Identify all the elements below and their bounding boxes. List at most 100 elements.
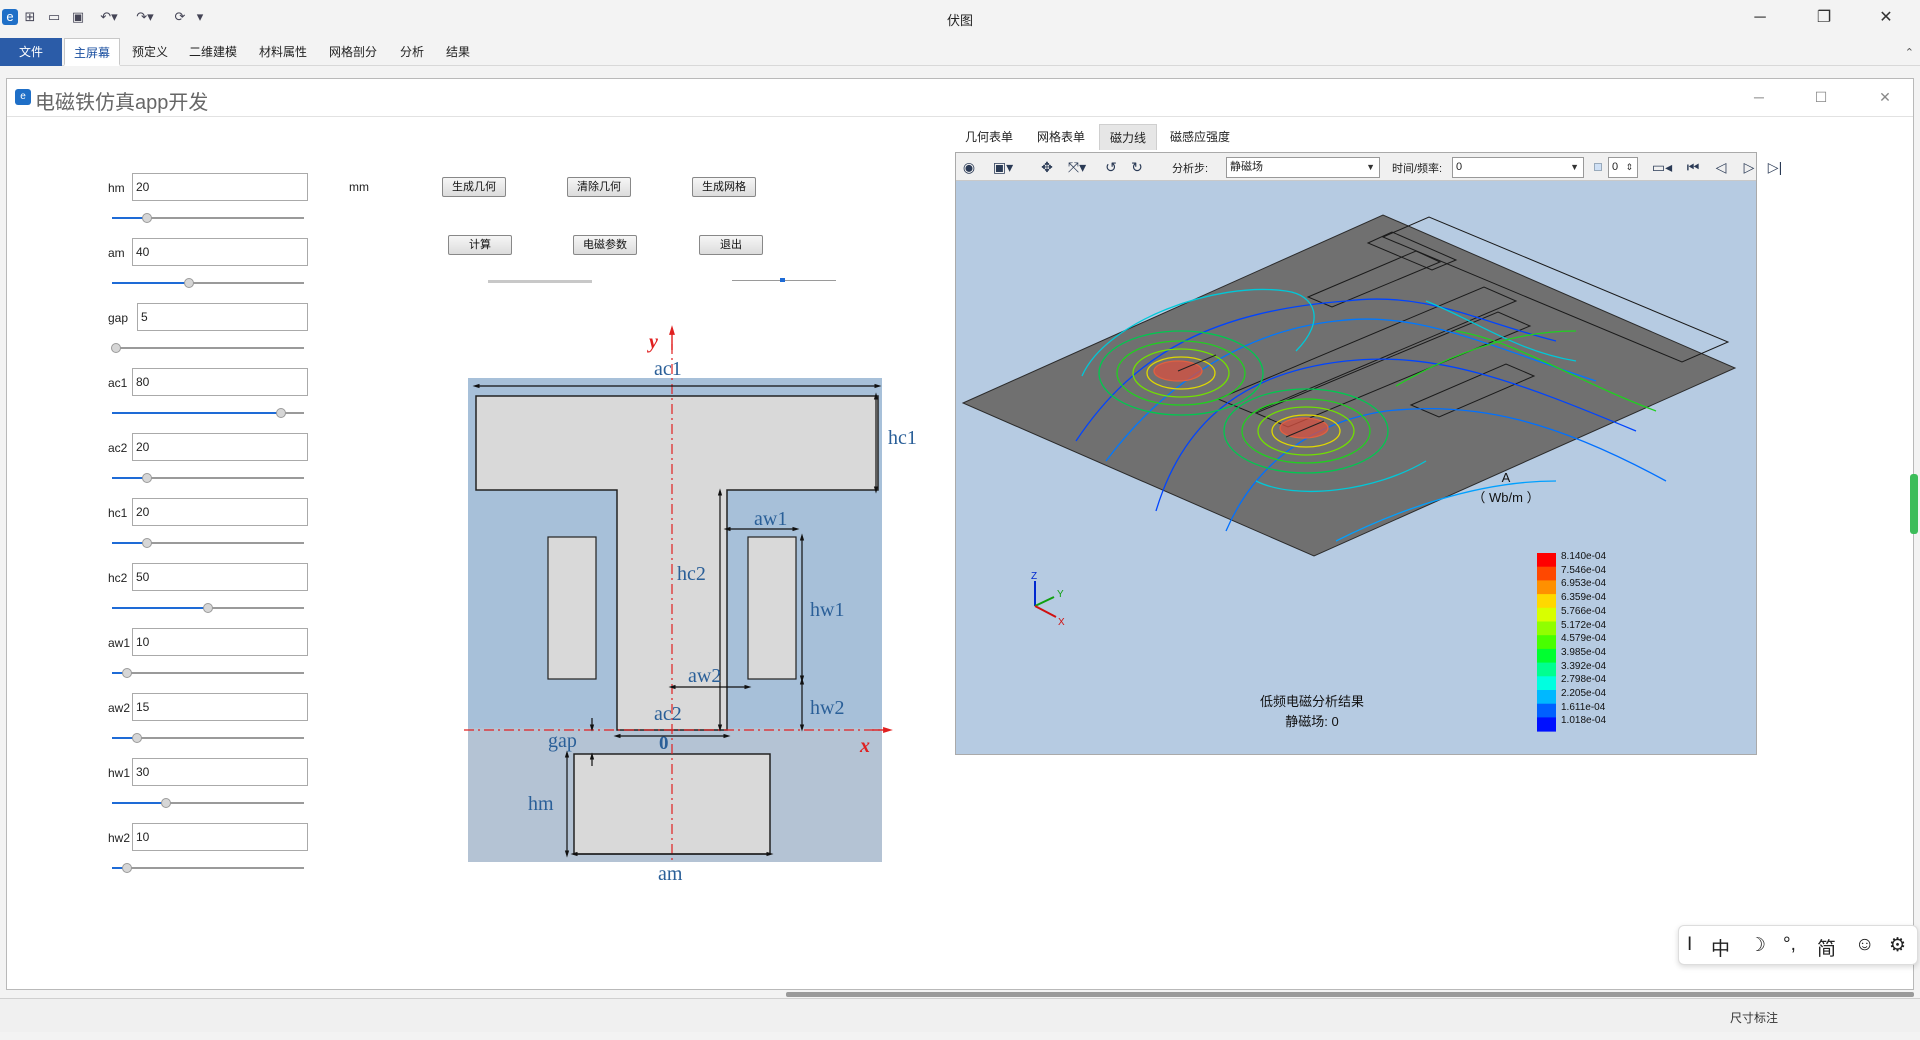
legend-value-label: 8.140e-04	[1561, 551, 1607, 562]
tab-geometry-form[interactable]: 几何表单	[955, 124, 1023, 150]
param-label-aw2: aw2	[108, 701, 131, 715]
param-label-ac1: ac1	[108, 376, 128, 390]
analysis-step-select[interactable]: 静磁场 ▼	[1226, 157, 1380, 178]
fit-view-icon[interactable]: ✥	[1036, 157, 1058, 177]
legend-swatch	[1537, 566, 1556, 581]
compute-button[interactable]: 计算	[448, 235, 512, 255]
result-title-line1: 低频电磁分析结果	[1259, 694, 1364, 709]
label-hw2: hw2	[810, 697, 844, 719]
time-freq-select[interactable]: 0 ▼	[1452, 157, 1584, 178]
legend-value-label: 2.798e-04	[1561, 674, 1607, 686]
param-slider-thumb-aw2[interactable]	[132, 733, 142, 743]
ime-simplified-toggle[interactable]: 简	[1817, 934, 1836, 961]
legend-value-label: 3.985e-04	[1561, 646, 1607, 658]
param-input-am[interactable]: 40	[132, 238, 308, 266]
param-slider-thumb-ac2[interactable]	[142, 473, 152, 483]
first-frame-icon[interactable]: ⏮	[1682, 157, 1704, 177]
param-slider-thumb-hm[interactable]	[142, 213, 152, 223]
tab-results[interactable]: 结果	[438, 38, 478, 66]
restore-button[interactable]: ❐	[1796, 0, 1852, 36]
legend-swatch	[1537, 607, 1556, 622]
legend-value-label: 5.766e-04	[1561, 605, 1607, 617]
tab-2d-modeling[interactable]: 二维建模	[182, 38, 244, 66]
param-slider-thumb-gap[interactable]	[111, 343, 121, 353]
vertical-scrollbar-indicator[interactable]	[1910, 474, 1918, 534]
legend-swatch	[1537, 717, 1556, 732]
result-viewer[interactable]: ◉ ▣▾ ✥ ⤧▾ ↺ ↻ 分析步: 静磁场 ▼ 时间/频率: 0 ▼ 0 ⇕ ▭◂ …	[955, 152, 1782, 755]
generate-geometry-button[interactable]: 生成几何	[442, 177, 506, 197]
param-input-hw1[interactable]: 30	[132, 758, 308, 786]
record-video-icon[interactable]: ▭◂	[1648, 157, 1676, 177]
ime-toolbar: I 中 ☽ °, 简 ☺ ⚙	[1678, 925, 1918, 965]
app-close-button[interactable]: ✕	[1865, 85, 1905, 109]
param-input-gap[interactable]: 5	[137, 303, 308, 331]
close-button[interactable]: ✕	[1858, 0, 1914, 36]
generate-mesh-button[interactable]: 生成网格	[692, 177, 756, 197]
label-am: am	[658, 863, 683, 885]
legend-swatch	[1537, 635, 1556, 650]
frame-spinner[interactable]: 0 ⇕	[1608, 157, 1638, 178]
param-input-hc1[interactable]: 20	[132, 498, 308, 526]
param-input-hc2[interactable]: 50	[132, 563, 308, 591]
axes-icon[interactable]: ⤧▾	[1062, 157, 1092, 177]
param-slider-thumb-am[interactable]	[184, 278, 194, 288]
tab-mesh-form[interactable]: 网格表单	[1027, 124, 1095, 150]
legend-swatch	[1537, 690, 1556, 705]
time-freq-value: 0	[1456, 161, 1463, 173]
legend-color-bar	[1537, 553, 1556, 732]
rotate-left-icon[interactable]: ↺	[1100, 157, 1122, 177]
emoji-icon[interactable]: ☺	[1855, 934, 1874, 956]
app-maximize-button[interactable]: ☐	[1801, 85, 1841, 109]
punctuation-icon[interactable]: °,	[1783, 934, 1796, 956]
param-slider-thumb-hc1[interactable]	[142, 538, 152, 548]
view-cube-icon[interactable]: ▣▾	[988, 157, 1018, 177]
param-input-ac1[interactable]: 80	[132, 368, 308, 396]
legend-swatch	[1537, 621, 1556, 636]
param-input-ac2[interactable]: 20	[132, 433, 308, 461]
ime-chinese-toggle[interactable]: 中	[1711, 934, 1730, 961]
param-input-hm[interactable]: 20	[132, 173, 308, 201]
next-frame-icon[interactable]: ▷|	[1764, 157, 1786, 177]
label-hm: hm	[528, 793, 554, 815]
previous-frame-icon[interactable]: ◁	[1710, 157, 1732, 177]
tab-material[interactable]: 材料属性	[252, 38, 314, 66]
app-minimize-button[interactable]: ─	[1739, 85, 1779, 109]
ime-handle[interactable]: I	[1687, 934, 1692, 956]
param-slider-thumb-hw1[interactable]	[161, 798, 171, 808]
exit-button[interactable]: 退出	[699, 235, 763, 255]
play-icon[interactable]: ▷	[1738, 157, 1760, 177]
em-params-button[interactable]: 电磁参数	[573, 235, 637, 255]
clear-geometry-button[interactable]: 清除几何	[567, 177, 631, 197]
moon-icon[interactable]: ☽	[1749, 934, 1766, 957]
param-slider-thumb-ac1[interactable]	[276, 408, 286, 418]
param-slider-gap[interactable]	[112, 347, 304, 349]
param-slider-thumb-aw1[interactable]	[122, 668, 132, 678]
tab-mesh[interactable]: 网格剖分	[322, 38, 384, 66]
param-input-hw2[interactable]: 10	[132, 823, 308, 851]
legend-swatch	[1537, 580, 1556, 595]
ribbon-collapse-icon[interactable]: ⌃	[1905, 46, 1914, 59]
param-slider-thumb-hc2[interactable]	[203, 603, 213, 613]
param-slider-hw2[interactable]	[112, 867, 304, 869]
param-slider-aw1[interactable]	[112, 672, 304, 674]
legend-value-label: 6.359e-04	[1561, 592, 1607, 604]
param-input-aw1[interactable]: 10	[132, 628, 308, 656]
rotate-right-icon[interactable]: ↻	[1126, 157, 1148, 177]
param-slider-thumb-hw2[interactable]	[122, 863, 132, 873]
app-window-title-bar: e 电磁铁仿真app开发 ─ ☐ ✕	[7, 79, 1913, 117]
tab-file[interactable]: 文件	[0, 38, 62, 66]
tab-flux-density[interactable]: 磁感应强度	[1160, 124, 1240, 150]
screenshot-icon[interactable]: ◉	[958, 157, 980, 177]
tab-predefine[interactable]: 预定义	[124, 38, 176, 66]
tab-home[interactable]: 主屏幕	[64, 38, 120, 66]
tab-analysis[interactable]: 分析	[392, 38, 432, 66]
param-input-aw2[interactable]: 15	[132, 693, 308, 721]
label-gap: gap	[548, 730, 577, 752]
label-ac1: ac1	[654, 358, 682, 380]
minimize-button[interactable]: ─	[1732, 0, 1788, 36]
tab-field-lines[interactable]: 磁力线	[1099, 124, 1158, 150]
legend-value-label: 1.611e-04	[1561, 701, 1606, 713]
gear-icon[interactable]: ⚙	[1889, 934, 1906, 957]
electromagnet-dimension-drawing: ac1 hc1 aw1 hc2 hw1 aw2 hw2 ac2 gap hm a…	[464, 325, 917, 885]
horizontal-scrollbar[interactable]	[786, 992, 1914, 997]
